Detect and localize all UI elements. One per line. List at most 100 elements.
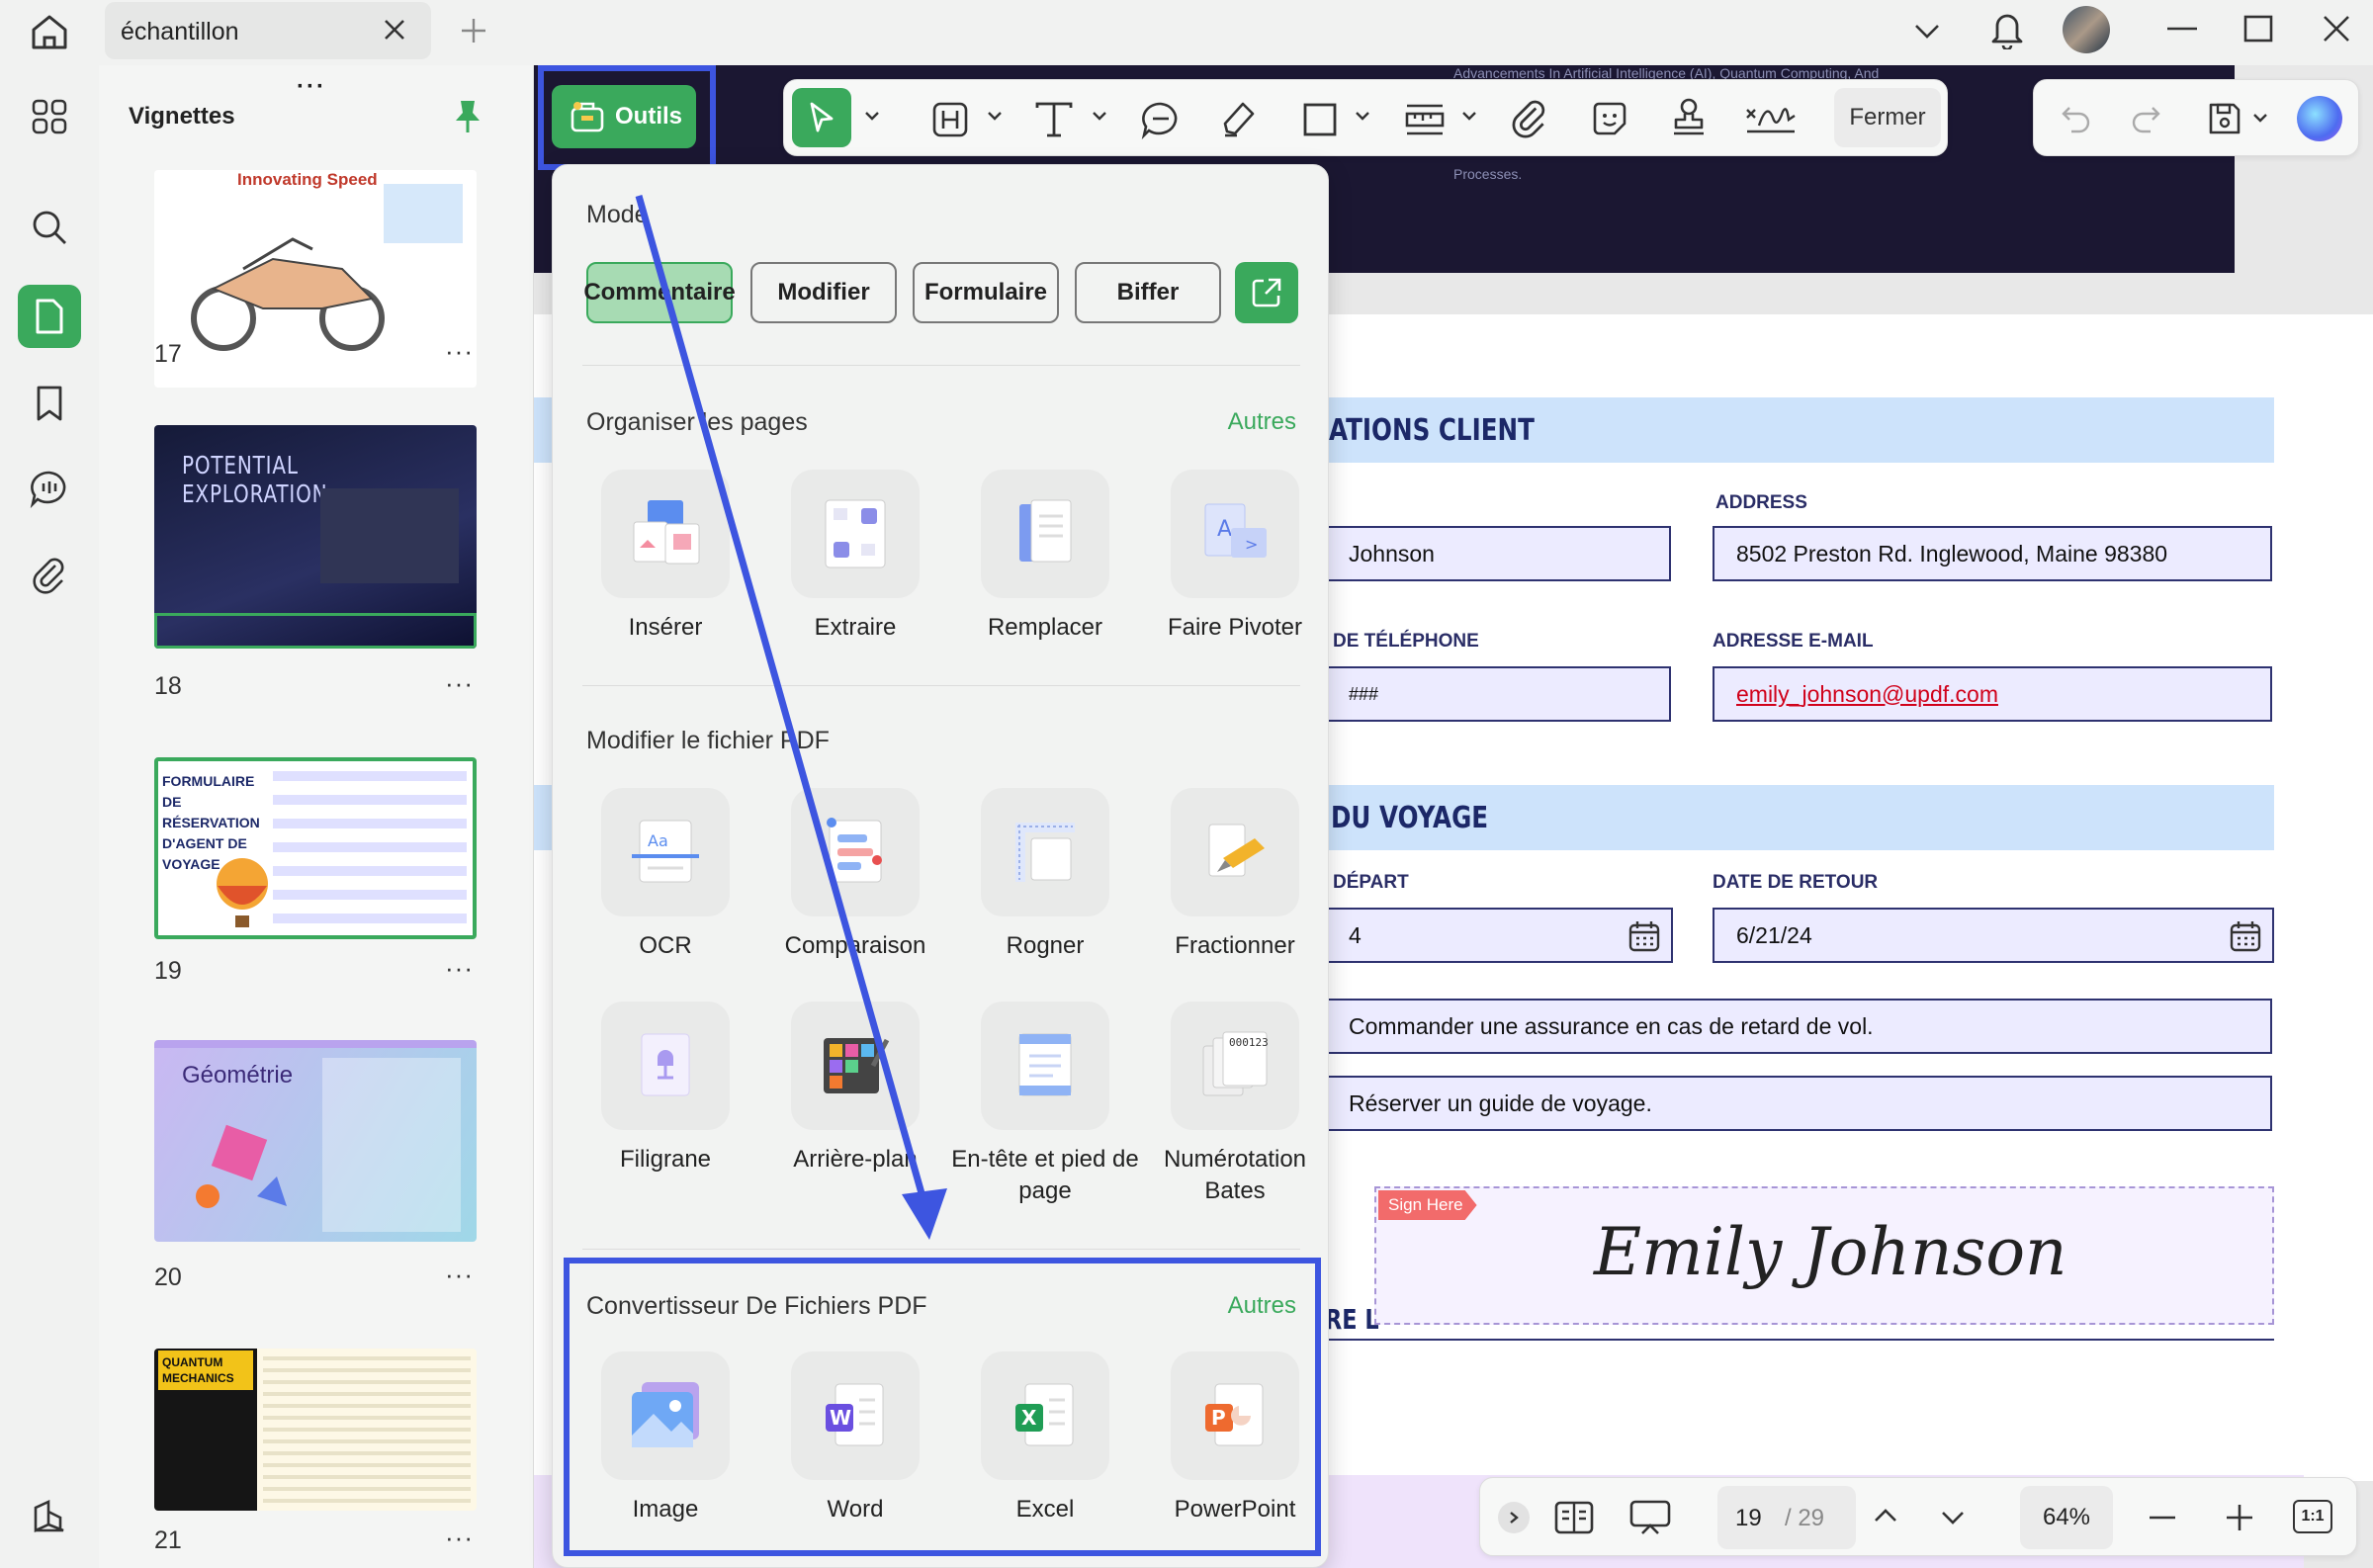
tool-numerotation-bates[interactable]: 000123 Numérotation Bates bbox=[1140, 1002, 1330, 1207]
open-external-button[interactable] bbox=[1235, 262, 1298, 323]
chevron-down-icon[interactable] bbox=[1354, 110, 1371, 122]
thumbnail-more-button[interactable]: ··· bbox=[445, 668, 474, 699]
mode-commentaire-button[interactable]: Commentaire bbox=[583, 262, 736, 323]
outils-button[interactable]: Outils bbox=[552, 85, 696, 148]
thumbnail-more-button[interactable]: ··· bbox=[445, 1260, 474, 1290]
sticker-icon[interactable] bbox=[1589, 98, 1630, 139]
bookmark-icon[interactable] bbox=[18, 372, 81, 435]
ai-assistant-icon[interactable] bbox=[2297, 96, 2342, 141]
home-icon[interactable] bbox=[28, 12, 71, 51]
undo-icon[interactable] bbox=[2060, 102, 2093, 135]
email-field[interactable]: emily_johnson@updf.com bbox=[1713, 666, 2272, 722]
chevron-down-icon[interactable] bbox=[986, 110, 1004, 122]
tool-remplacer[interactable]: Remplacer bbox=[950, 470, 1140, 644]
tool-rogner[interactable]: Rogner bbox=[950, 788, 1140, 962]
thumbnail-page-20[interactable]: Géométrie bbox=[154, 1040, 477, 1242]
attachment-icon[interactable] bbox=[18, 544, 81, 607]
close-window-icon[interactable] bbox=[2322, 14, 2351, 44]
actual-size-button[interactable]: 1:1 bbox=[2293, 1500, 2332, 1533]
calendar-icon[interactable] bbox=[2229, 919, 2262, 953]
new-tab-icon[interactable] bbox=[459, 16, 488, 45]
return-date-field[interactable]: 6/21/24 bbox=[1713, 908, 2274, 963]
chevron-up-icon[interactable] bbox=[1872, 1506, 1899, 1525]
text-tool-icon[interactable] bbox=[1033, 100, 1075, 139]
chevron-down-icon[interactable] bbox=[1939, 1508, 1967, 1527]
chevron-down-icon[interactable] bbox=[2251, 112, 2269, 124]
measure-tool-icon[interactable] bbox=[1403, 100, 1447, 139]
mode-modifier-button[interactable]: Modifier bbox=[750, 262, 897, 323]
presentation-icon[interactable] bbox=[1628, 1498, 1672, 1537]
comment-tool-icon[interactable] bbox=[1140, 100, 1182, 139]
zoom-level-input[interactable]: 64% bbox=[2020, 1486, 2113, 1549]
signature-field[interactable]: Sign Here Emily Johnson bbox=[1374, 1186, 2274, 1325]
attach-file-icon[interactable] bbox=[1510, 98, 1549, 139]
thumbnail-page-18[interactable]: POTENTIAL EXPLORATION bbox=[154, 425, 477, 649]
pen-tool-icon[interactable] bbox=[1219, 98, 1259, 139]
tool-faire-pivoter[interactable]: A > Faire Pivoter bbox=[1140, 470, 1330, 644]
highlight-tool-icon[interactable] bbox=[930, 100, 970, 139]
thumbnail-page-17[interactable]: Innovating Speed bbox=[154, 170, 477, 388]
notification-bell-icon[interactable] bbox=[1989, 8, 2025, 49]
apps-grid-icon[interactable] bbox=[18, 85, 81, 148]
mode-formulaire-button[interactable]: Formulaire bbox=[913, 262, 1059, 323]
signature-tool-icon[interactable] bbox=[1743, 98, 1799, 139]
chevron-down-icon[interactable] bbox=[1460, 110, 1478, 122]
tool-comparaison[interactable]: Comparaison bbox=[760, 788, 950, 962]
thumbnail-page-21[interactable]: QUANTUM MECHANICS bbox=[154, 1349, 477, 1511]
shape-tool-icon[interactable] bbox=[1300, 100, 1340, 139]
document-tab[interactable]: échantillon bbox=[105, 2, 431, 59]
maximize-icon[interactable] bbox=[2242, 14, 2274, 44]
thumbnail-more-button[interactable]: ··· bbox=[445, 953, 474, 984]
page-layout-icon[interactable] bbox=[1553, 1500, 1595, 1535]
chevron-down-icon[interactable] bbox=[863, 110, 881, 122]
depart-date-field[interactable]: 4 bbox=[1325, 908, 1673, 963]
tool-ocr[interactable]: Aa OCR bbox=[571, 788, 760, 962]
tool-extraire[interactable]: Extraire bbox=[760, 470, 950, 644]
thumbnail-caption: QUANTUM MECHANICS bbox=[158, 1350, 253, 1390]
depart-label: DÉPART bbox=[1333, 872, 1409, 893]
divider bbox=[582, 685, 1300, 686]
tool-filigrane[interactable]: Filigrane bbox=[571, 1002, 760, 1176]
tool-inserer[interactable]: Insérer bbox=[571, 470, 760, 644]
address-field[interactable]: 8502 Preston Rd. Inglewood, Maine 98380 bbox=[1713, 526, 2272, 581]
svg-text:>: > bbox=[1245, 535, 1258, 554]
save-icon[interactable] bbox=[2206, 100, 2243, 137]
zoom-out-icon[interactable] bbox=[2147, 1514, 2178, 1522]
chevron-down-icon[interactable] bbox=[1091, 110, 1108, 122]
phone-field[interactable]: ### bbox=[1325, 666, 1671, 722]
minimize-icon[interactable] bbox=[2165, 26, 2199, 32]
tool-label: Comparaison bbox=[784, 932, 926, 959]
option-insurance[interactable]: Commander une assurance en cas de retard… bbox=[1325, 999, 2272, 1054]
close-toolbar-button[interactable]: Fermer bbox=[1834, 88, 1941, 147]
name-field[interactable]: Johnson bbox=[1325, 526, 1671, 581]
thumbnail-more-button[interactable]: ··· bbox=[445, 1523, 474, 1553]
insert-pages-icon bbox=[601, 470, 730, 598]
thumbnail-more-button[interactable]: ··· bbox=[445, 336, 474, 367]
tool-label: Fractionner bbox=[1175, 932, 1295, 959]
signature-text: Emily Johnson bbox=[1594, 1214, 2067, 1290]
search-icon[interactable] bbox=[18, 196, 81, 259]
zoom-in-icon[interactable] bbox=[2224, 1502, 2255, 1533]
chevron-down-icon[interactable] bbox=[1912, 20, 1942, 42]
thumbnails-icon[interactable] bbox=[18, 285, 81, 348]
layers-icon[interactable] bbox=[18, 1485, 81, 1548]
panel-resize-handle[interactable]: ··· bbox=[297, 73, 326, 101]
close-tab-icon[interactable] bbox=[382, 17, 407, 43]
avatar[interactable] bbox=[2063, 6, 2110, 53]
mode-biffer-button[interactable]: Biffer bbox=[1075, 262, 1221, 323]
option-guide[interactable]: Réserver un guide de voyage. bbox=[1325, 1076, 2272, 1131]
comments-icon[interactable] bbox=[18, 457, 81, 520]
thumbnail-page-19[interactable]: FORMULAIRE DE RÉSERVATION D'AGENT DE VOY… bbox=[154, 757, 477, 939]
calendar-icon[interactable] bbox=[1627, 919, 1661, 953]
tool-en-tete-pied[interactable]: En-tête et pied de page bbox=[950, 1002, 1140, 1207]
thumbnail-form-lines bbox=[273, 771, 467, 929]
organize-more-link[interactable]: Autres bbox=[1228, 408, 1296, 436]
pin-icon[interactable] bbox=[453, 97, 483, 136]
page-current-input[interactable]: 19 bbox=[1735, 1505, 1762, 1532]
select-tool-button[interactable] bbox=[792, 88, 851, 147]
tool-arriere-plan[interactable]: Arrière-plan bbox=[760, 1002, 950, 1176]
stamp-icon[interactable] bbox=[1668, 96, 1710, 139]
expand-bar-button[interactable] bbox=[1498, 1502, 1530, 1533]
redo-icon[interactable] bbox=[2129, 102, 2162, 135]
tool-fractionner[interactable]: Fractionner bbox=[1140, 788, 1330, 962]
